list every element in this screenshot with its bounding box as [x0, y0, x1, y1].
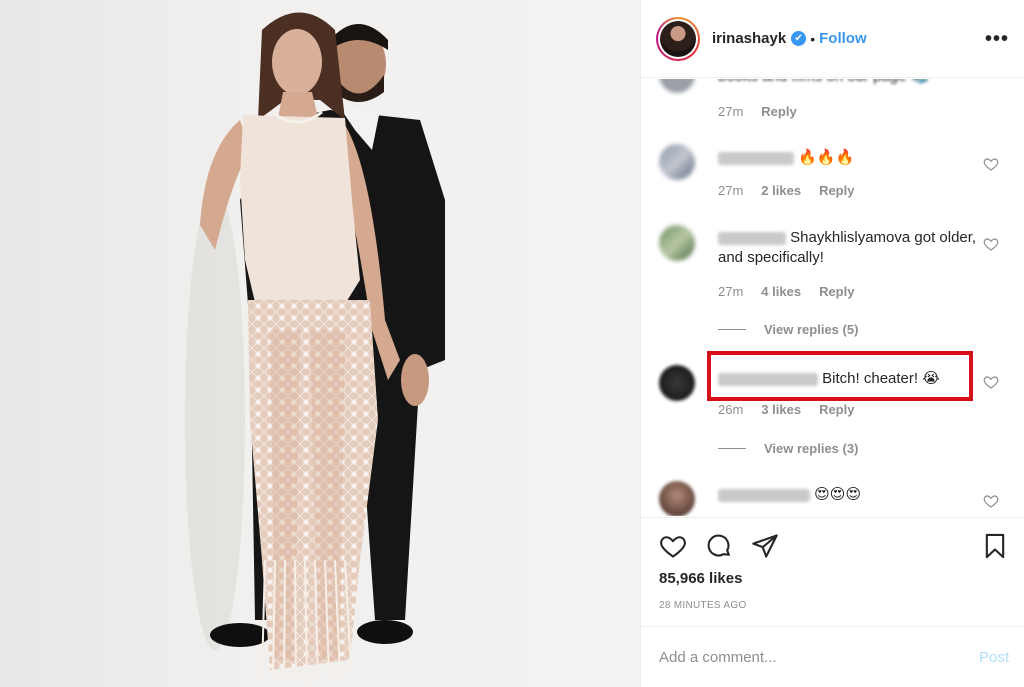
comment-like-heart-icon[interactable] [983, 374, 999, 390]
comment-likes[interactable]: 2 likes [761, 183, 801, 198]
more-options-icon[interactable]: ••• [985, 28, 1009, 51]
likes-count[interactable]: 85,966 likes [659, 570, 742, 587]
blurred-username[interactable] [718, 488, 810, 502]
comment-text: books and films on our page 📚 [718, 79, 978, 87]
verified-badge-icon: ✔ [791, 31, 807, 46]
comment-text-row: Shaykhlislyamova got older, and specific… [718, 228, 978, 268]
comment-avatar[interactable] [659, 144, 695, 180]
post-header: irinashayk ✔ • Follow ••• [641, 0, 1024, 78]
share-icon[interactable] [751, 532, 779, 560]
comment-likes[interactable]: 3 likes [761, 402, 801, 417]
post-timestamp[interactable]: 28 MINUTES AGO [659, 600, 747, 611]
add-comment-input[interactable] [659, 645, 949, 669]
comment-avatar[interactable] [659, 365, 695, 401]
header-separator: • [810, 30, 816, 47]
reply-button[interactable]: Reply [819, 402, 854, 417]
comment-meta: 27m Reply [718, 104, 797, 119]
view-replies-label: View replies (5) [764, 322, 859, 337]
heart-icon[interactable] [659, 532, 687, 560]
comment-text: 😍😍😍 [814, 486, 862, 503]
comment-like-heart-icon[interactable] [983, 493, 999, 509]
comment-time: 27m [718, 183, 744, 198]
bookmark-icon[interactable] [981, 532, 1009, 560]
blurred-username[interactable] [718, 231, 786, 245]
blurred-username[interactable] [718, 151, 794, 165]
comment-like-heart-icon[interactable] [983, 156, 999, 172]
comment-time: 27m [718, 104, 744, 119]
comment-avatar[interactable] [659, 481, 695, 516]
post-side-panel: irinashayk ✔ • Follow ••• books and film… [640, 0, 1024, 687]
comment-like-heart-icon[interactable] [983, 236, 999, 252]
comment-text-row: 🔥🔥🔥 [718, 148, 978, 168]
post-actions: 85,966 likes 28 MINUTES AGO [641, 517, 1024, 625]
comment-time: 26m [718, 402, 744, 417]
comment-text-row: 😍😍😍 [718, 485, 978, 505]
highlight-annotation-box [707, 351, 973, 401]
view-replies-label: View replies (3) [764, 441, 859, 456]
view-replies-button[interactable]: View replies (5) [718, 322, 858, 337]
post-comment-button[interactable]: Post [979, 649, 1009, 666]
comments-list[interactable]: books and films on our page 📚 27m Reply … [641, 79, 1024, 516]
add-comment-bar: Post [641, 626, 1024, 687]
post-photo[interactable] [0, 0, 640, 687]
reply-button[interactable]: Reply [819, 183, 854, 198]
post-photo-illustration [185, 12, 445, 683]
avatar[interactable] [656, 16, 700, 61]
comment-avatar[interactable] [659, 225, 695, 261]
username-link[interactable]: irinashayk [712, 30, 786, 47]
comment-meta: 27m 2 likes Reply [718, 183, 854, 198]
follow-button[interactable]: Follow [819, 30, 867, 47]
view-replies-line [718, 329, 746, 330]
comment-likes[interactable]: 4 likes [761, 284, 801, 299]
comment-text: 🔥🔥🔥 [798, 149, 855, 166]
view-replies-button[interactable]: View replies (3) [718, 441, 858, 456]
avatar-image [660, 20, 696, 57]
reply-button[interactable]: Reply [819, 284, 854, 299]
comment-time: 27m [718, 284, 744, 299]
comment-meta: 26m 3 likes Reply [718, 402, 854, 417]
comment-avatar[interactable] [659, 79, 695, 93]
comment-meta: 27m 4 likes Reply [718, 284, 854, 299]
comment-icon[interactable] [705, 532, 733, 560]
view-replies-line [718, 448, 746, 449]
reply-button[interactable]: Reply [761, 104, 796, 119]
